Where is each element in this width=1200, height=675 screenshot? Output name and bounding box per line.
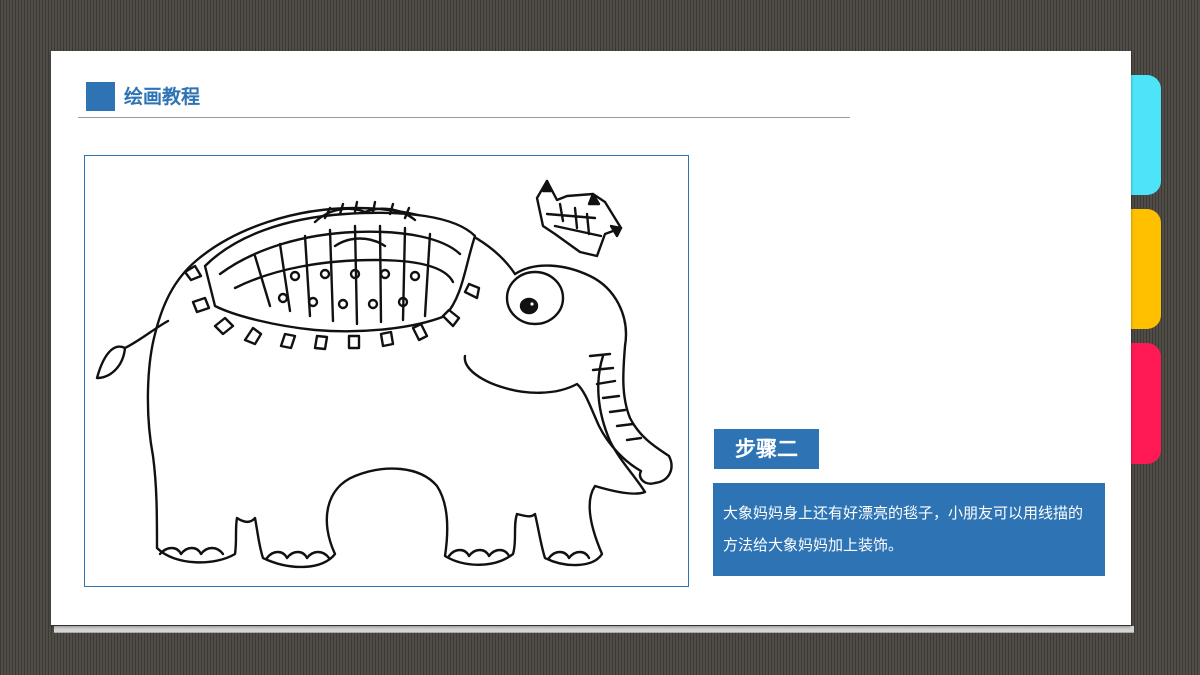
header-accent-square: [86, 82, 115, 111]
paper-stack-edge: [54, 626, 1134, 633]
header-divider: [78, 117, 850, 118]
step-badge: 步骤二: [714, 429, 819, 469]
page-title: 绘画教程: [124, 86, 201, 108]
elephant-illustration: [84, 155, 689, 587]
slide-page: 绘画教程 步骤二 大象妈妈身上还有好漂亮的毯子，小朋友可以用线描的方法给大象妈妈…: [51, 51, 1131, 625]
step-description: 大象妈妈身上还有好漂亮的毯子，小朋友可以用线描的方法给大象妈妈加上装饰。: [713, 483, 1105, 576]
